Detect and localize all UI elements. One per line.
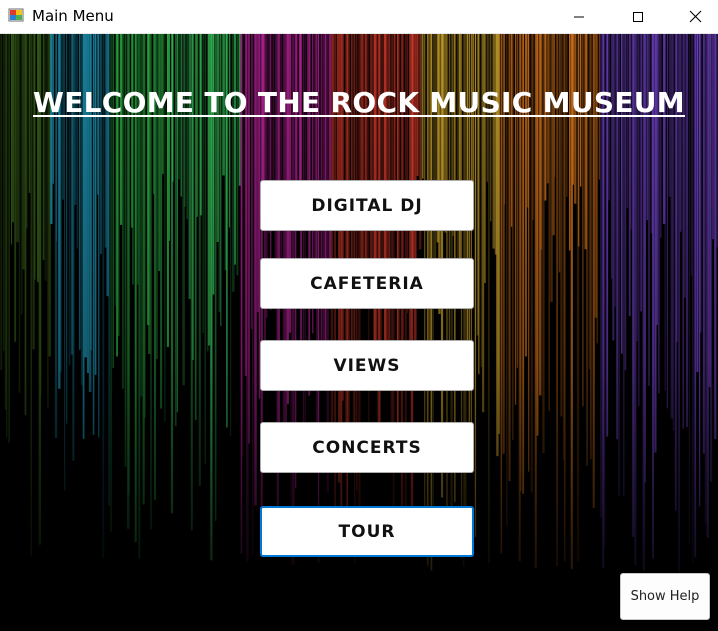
maximize-icon[interactable] <box>615 0 661 33</box>
tour-button[interactable]: TOUR <box>260 506 474 557</box>
digital-dj-button[interactable]: DIGITAL DJ <box>260 180 474 231</box>
close-icon[interactable] <box>672 0 718 33</box>
main-menu-window: Main Menu WELCOME TO THE ROCK MUSIC MUSE… <box>0 0 718 631</box>
title-bar: Main Menu <box>0 0 718 34</box>
page-title: WELCOME TO THE ROCK MUSIC MUSEUM <box>33 86 685 119</box>
main-panel: WELCOME TO THE ROCK MUSIC MUSEUM DIGITAL… <box>0 34 718 631</box>
app-icon <box>8 7 24 23</box>
window-title: Main Menu <box>32 7 114 25</box>
concerts-button[interactable]: CONCERTS <box>260 422 474 473</box>
views-button[interactable]: VIEWS <box>260 340 474 391</box>
minimize-icon[interactable] <box>556 0 602 33</box>
cafeteria-button[interactable]: CAFETERIA <box>260 258 474 309</box>
show-help-button[interactable]: Show Help <box>620 573 710 620</box>
